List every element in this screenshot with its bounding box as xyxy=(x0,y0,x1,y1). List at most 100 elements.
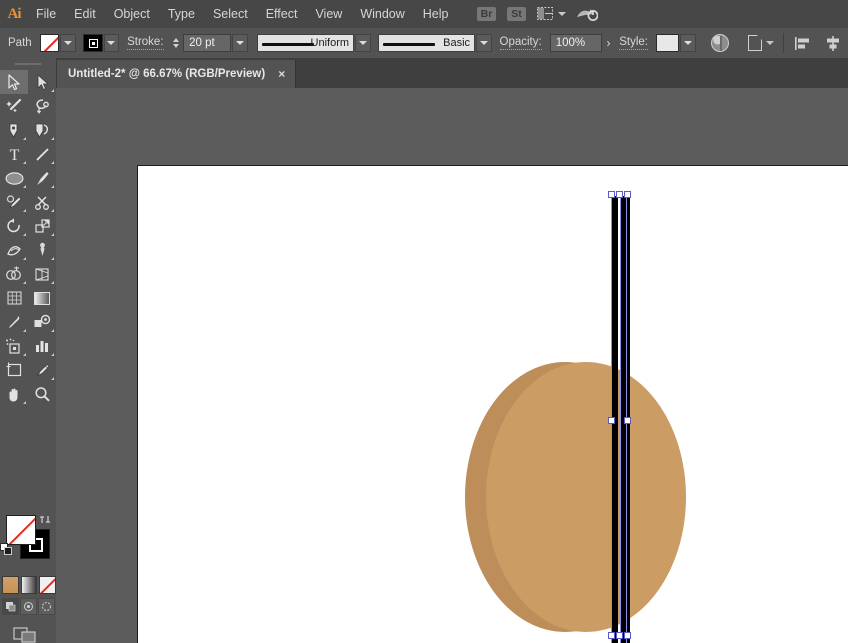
direct-selection-tool[interactable] xyxy=(28,70,56,94)
brush-definition-select[interactable]: Basic xyxy=(378,34,476,52)
anchor-point-top-left[interactable] xyxy=(608,191,615,198)
width-tool[interactable] xyxy=(0,238,28,262)
paintbrush-tool[interactable] xyxy=(28,166,56,190)
chevron-down-icon xyxy=(63,41,72,45)
stroke-weight-stepper[interactable] xyxy=(172,34,182,52)
rotate-tool[interactable] xyxy=(0,214,28,238)
anchor-point-mid-left[interactable] xyxy=(608,417,615,424)
fill-stroke-controls xyxy=(0,513,56,573)
style-label[interactable]: Style: xyxy=(619,36,648,50)
fill-color-swatch[interactable] xyxy=(6,515,36,545)
stroke-dropdown[interactable] xyxy=(103,34,120,52)
ellipse-tool[interactable] xyxy=(0,166,28,190)
swap-fill-stroke-icon[interactable] xyxy=(39,513,52,526)
lasso-tool[interactable] xyxy=(28,94,56,118)
illustrator-window: Ai File Edit Object Type Select Effect V… xyxy=(0,0,848,643)
align-horizontal-center-icon[interactable] xyxy=(823,34,843,52)
stroke-weight-input[interactable]: 20 pt xyxy=(183,34,232,52)
fill-dropdown[interactable] xyxy=(60,34,76,52)
draw-mode-buttons xyxy=(2,598,56,616)
anchor-point-top-center[interactable] xyxy=(616,191,623,198)
brush-definition-dropdown[interactable] xyxy=(476,34,492,52)
curvature-tool[interactable] xyxy=(28,118,56,142)
line-segment-tool[interactable] xyxy=(28,142,56,166)
stroke-swatch[interactable] xyxy=(83,34,103,52)
shape-builder-tool[interactable] xyxy=(0,262,28,286)
tools-panel-grip[interactable] xyxy=(0,58,56,70)
menu-edit[interactable]: Edit xyxy=(65,2,105,26)
draw-inside-button[interactable] xyxy=(38,598,55,615)
stroke-weight-dropdown[interactable] xyxy=(232,34,248,52)
shaper-tool[interactable] xyxy=(0,190,28,214)
mesh-tool[interactable] xyxy=(0,286,28,310)
anchor-point-bottom-left[interactable] xyxy=(608,632,615,639)
column-graph-tool[interactable] xyxy=(28,334,56,358)
menu-window[interactable]: Window xyxy=(351,2,413,26)
menu-select[interactable]: Select xyxy=(204,2,257,26)
bridge-icon[interactable]: Br xyxy=(476,5,497,23)
perspective-grid-tool[interactable] xyxy=(28,262,56,286)
width-profile-label: Uniform xyxy=(310,37,350,49)
change-screen-mode-button[interactable] xyxy=(12,624,40,643)
eyedropper-tool[interactable] xyxy=(0,310,28,334)
hand-tool[interactable] xyxy=(0,382,28,406)
type-tool[interactable]: T xyxy=(0,142,28,166)
anchor-point-top-right[interactable] xyxy=(624,191,631,198)
chevron-down-icon xyxy=(479,41,488,45)
magic-wand-tool[interactable] xyxy=(0,94,28,118)
none-fill-button[interactable] xyxy=(39,576,57,594)
stroke-weight-label[interactable]: Stroke: xyxy=(127,36,164,50)
document-tab[interactable]: Untitled-2* @ 66.67% (RGB/Preview) × xyxy=(56,60,297,88)
canvas-area[interactable] xyxy=(56,88,848,643)
vertical-path-selection[interactable] xyxy=(138,166,848,643)
menu-file[interactable]: File xyxy=(27,2,65,26)
align-horizontal-left-icon[interactable] xyxy=(793,34,813,52)
anchor-point-bottom-right[interactable] xyxy=(624,632,631,639)
width-profile-dropdown[interactable] xyxy=(355,34,371,52)
chevron-down-icon xyxy=(766,41,775,45)
menu-help[interactable]: Help xyxy=(414,2,458,26)
width-profile-preview-icon xyxy=(262,43,315,46)
menu-object[interactable]: Object xyxy=(105,2,159,26)
brush-preview-icon xyxy=(383,43,436,46)
stock-icon[interactable]: St xyxy=(507,5,527,23)
artboard-tool[interactable] xyxy=(0,358,28,382)
scale-tool[interactable] xyxy=(28,214,56,238)
artboard[interactable] xyxy=(137,165,848,643)
chevron-down-icon xyxy=(557,12,566,16)
opacity-input[interactable]: 100% xyxy=(549,34,602,52)
anchor-point-bottom-center[interactable] xyxy=(616,632,623,639)
recolor-artwork-icon[interactable] xyxy=(710,34,730,52)
draw-behind-button[interactable] xyxy=(20,598,37,615)
selection-tool[interactable] xyxy=(0,70,28,94)
cloud-sync-icon[interactable] xyxy=(576,5,598,23)
opacity-options-arrow-icon[interactable]: › xyxy=(602,34,616,52)
gradient-tool[interactable] xyxy=(28,286,56,310)
close-icon[interactable]: × xyxy=(278,67,285,81)
scissors-tool[interactable] xyxy=(28,190,56,214)
bridge-label: Br xyxy=(476,6,497,22)
symbol-sprayer-tool[interactable] xyxy=(0,334,28,358)
graphic-style-dropdown[interactable] xyxy=(680,34,696,52)
free-transform-tool[interactable] xyxy=(28,238,56,262)
default-fill-stroke-icon[interactable] xyxy=(0,543,13,556)
ai-logo-icon: Ai xyxy=(7,5,22,22)
arrange-documents-icon[interactable] xyxy=(536,5,566,23)
menu-bar: Ai File Edit Object Type Select Effect V… xyxy=(0,0,848,29)
slice-tool[interactable] xyxy=(28,358,56,382)
graphic-style-swatch[interactable] xyxy=(655,34,680,52)
fill-swatch[interactable] xyxy=(39,34,60,52)
anchor-point-mid-right[interactable] xyxy=(624,417,631,424)
transform-icon[interactable] xyxy=(748,34,775,52)
opacity-label[interactable]: Opacity: xyxy=(499,36,542,50)
menu-effect[interactable]: Effect xyxy=(257,2,307,26)
pen-tool[interactable] xyxy=(0,118,28,142)
blend-tool[interactable] xyxy=(28,310,56,334)
width-profile-select[interactable]: Uniform xyxy=(257,34,355,52)
menu-type[interactable]: Type xyxy=(159,2,204,26)
menu-view[interactable]: View xyxy=(306,2,351,26)
zoom-tool[interactable] xyxy=(28,382,56,406)
draw-normal-button[interactable] xyxy=(2,598,19,615)
color-fill-button[interactable] xyxy=(2,576,19,594)
gradient-fill-button[interactable] xyxy=(20,576,38,594)
